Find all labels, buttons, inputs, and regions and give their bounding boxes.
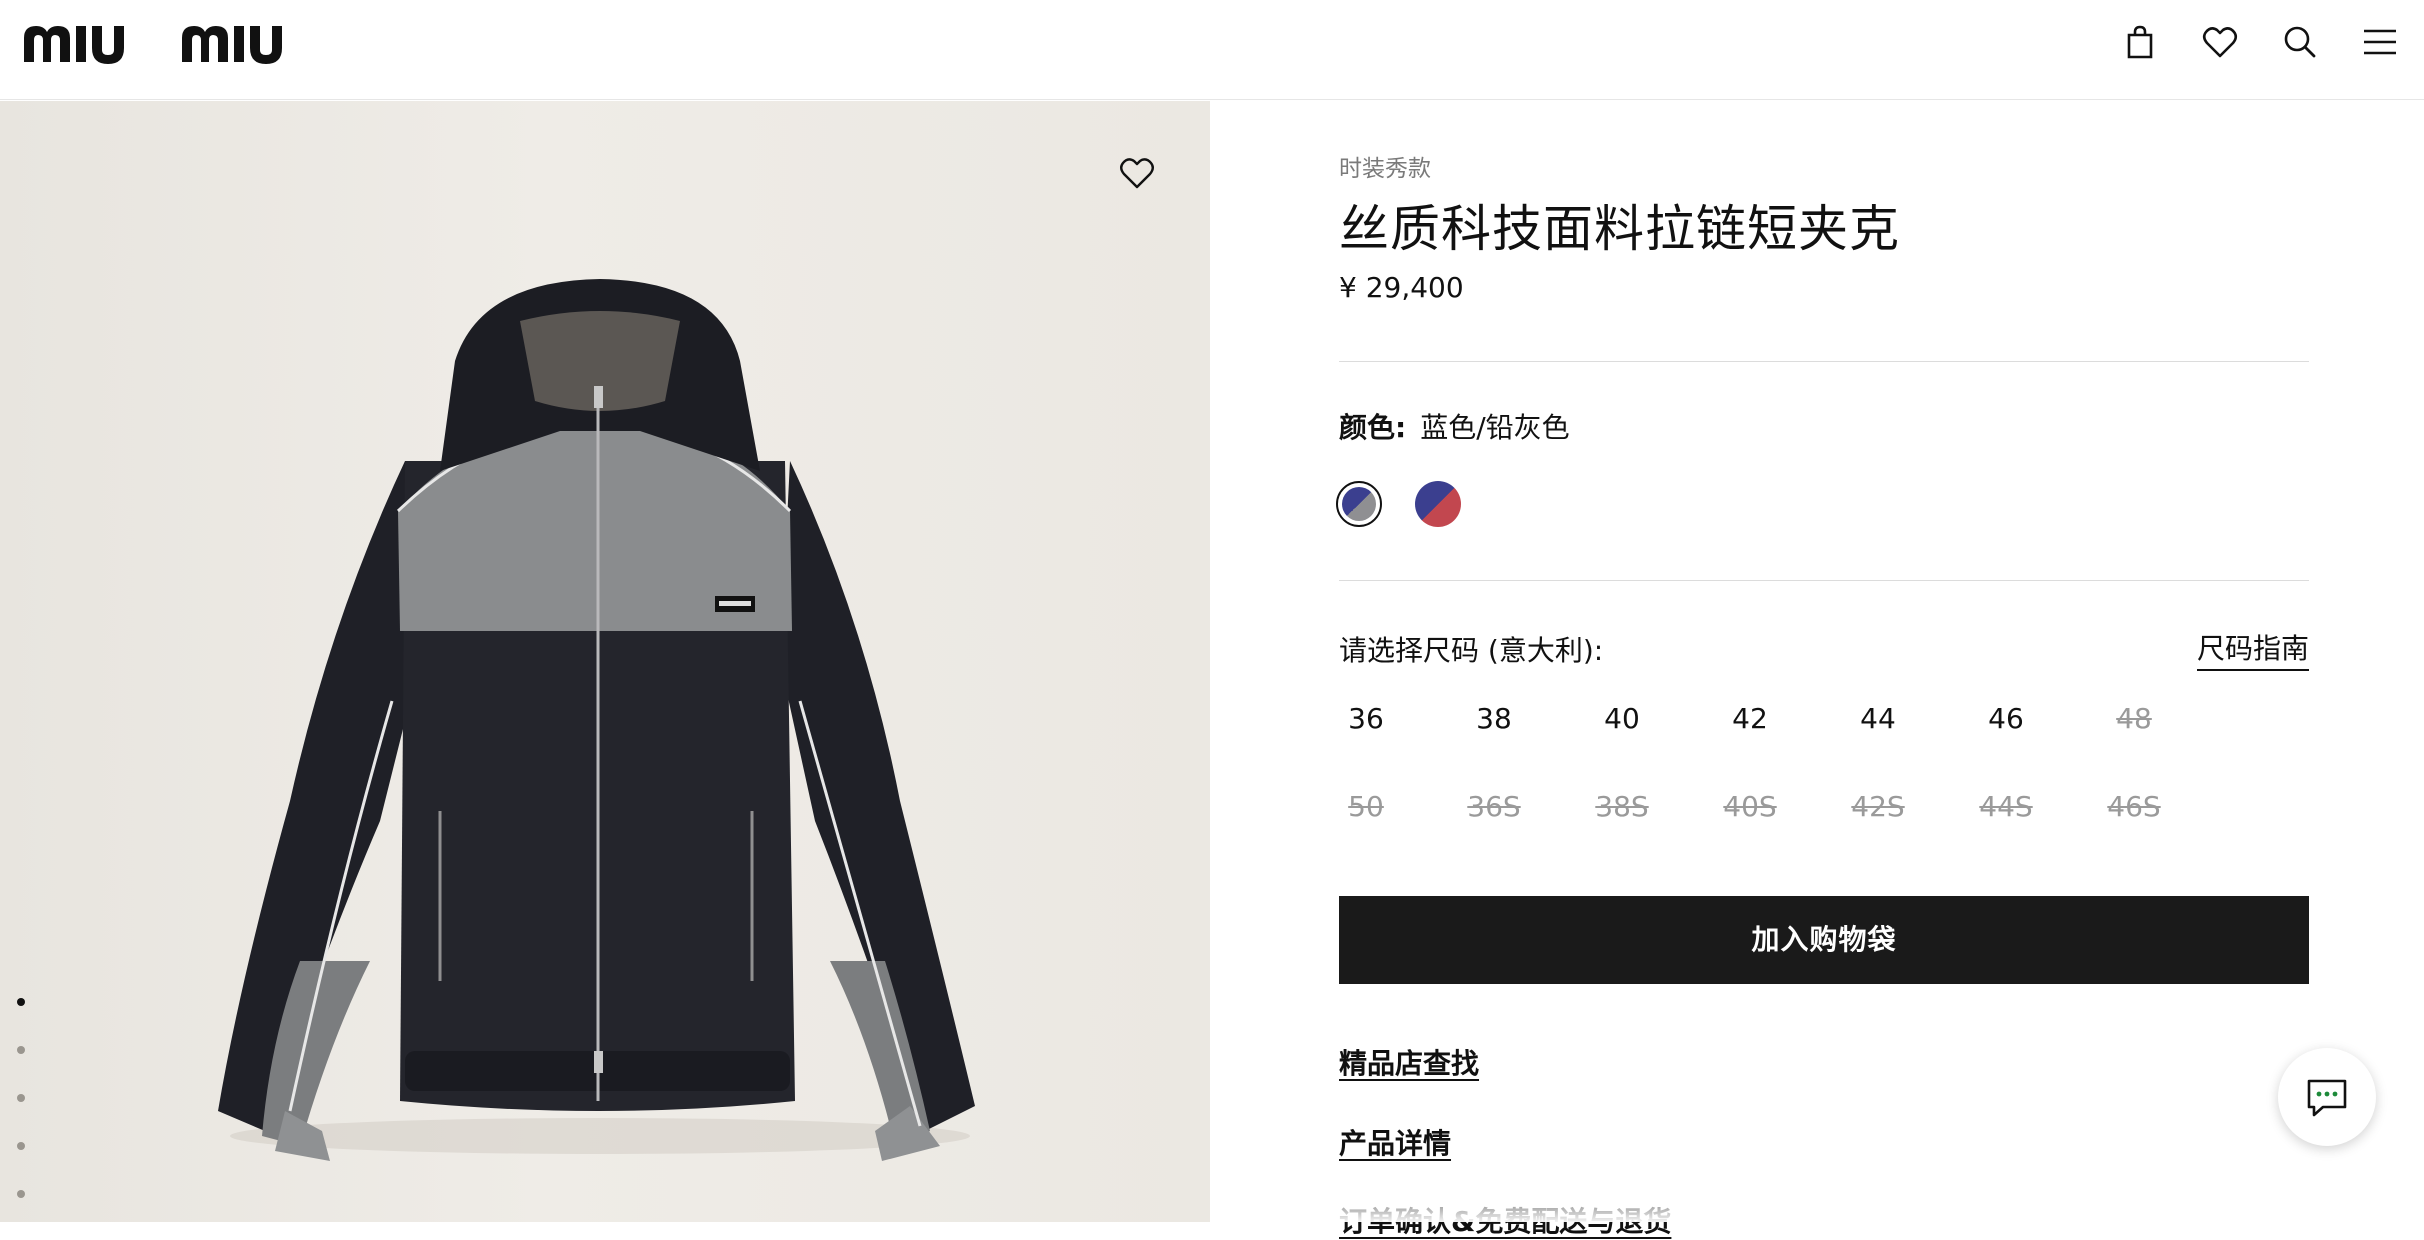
size-option-unavailable[interactable]: 46S [2094,779,2174,835]
gallery-dot[interactable] [17,1094,25,1102]
swatch-fill [1415,481,1461,527]
heart-outline-icon[interactable] [1115,153,1159,193]
size-option[interactable]: 46 [1966,691,2046,747]
miu-miu-logo[interactable] [22,18,322,68]
gallery-pagination [14,998,30,1222]
size-option[interactable]: 42 [1710,691,1790,747]
size-option-unavailable[interactable]: 44S [1966,779,2046,835]
shipping-returns-link[interactable]: 订单确认&免费配送与退货 [1339,1200,1671,1240]
gallery-dot[interactable] [17,998,25,1006]
product-category: 时装秀款 [1339,156,1431,182]
product-image-gallery[interactable] [0,101,1210,1222]
color-selection-row: 颜色: 蓝色/铅灰色 [1339,406,1570,446]
chat-bubble-icon [2307,1079,2347,1117]
gallery-dot[interactable] [17,1046,25,1054]
product-details-link[interactable]: 产品详情 [1339,1122,1451,1162]
size-option-unavailable[interactable]: 38S [1582,779,1662,835]
gallery-dot[interactable] [17,1190,25,1198]
size-option-unavailable[interactable]: 50 [1326,779,1406,835]
color-swatch-blue-red[interactable] [1415,481,1461,527]
size-option-unavailable[interactable]: 40S [1710,779,1790,835]
heart-icon[interactable] [2200,22,2240,62]
search-icon[interactable] [2280,22,2320,62]
size-option[interactable]: 36 [1326,691,1406,747]
shopping-bag-icon[interactable] [2120,22,2160,62]
menu-icon[interactable] [2360,22,2400,62]
divider [1339,361,2309,362]
product-price: ¥ 29,400 [1339,271,1464,304]
gallery-dot[interactable] [17,1142,25,1150]
size-option-unavailable[interactable]: 42S [1838,779,1918,835]
product-title: 丝质科技面料拉链短夹克 [1339,200,1900,258]
size-guide-link[interactable]: 尺码指南 [2196,627,2309,671]
add-to-bag-button[interactable]: 加入购物袋 [1339,896,2309,984]
color-label: 颜色: [1339,411,1407,444]
store-locator-link[interactable]: 精品店查找 [1339,1042,1479,1082]
size-option-unavailable[interactable]: 48 [2094,691,2174,747]
chat-button[interactable] [2278,1048,2376,1146]
size-option[interactable]: 44 [1838,691,1918,747]
color-value: 蓝色/铅灰色 [1420,411,1570,444]
site-header [0,0,2424,100]
size-select-label: 请选择尺码 (意大利): [1339,634,1604,667]
size-option[interactable]: 40 [1582,691,1662,747]
divider [1339,580,2309,581]
size-option-unavailable[interactable]: 36S [1454,779,1534,835]
swatch-fill [1342,487,1376,521]
product-image-jacket [218,279,975,1161]
color-swatch-blue-grey[interactable] [1336,481,1382,527]
size-option[interactable]: 38 [1454,691,1534,747]
